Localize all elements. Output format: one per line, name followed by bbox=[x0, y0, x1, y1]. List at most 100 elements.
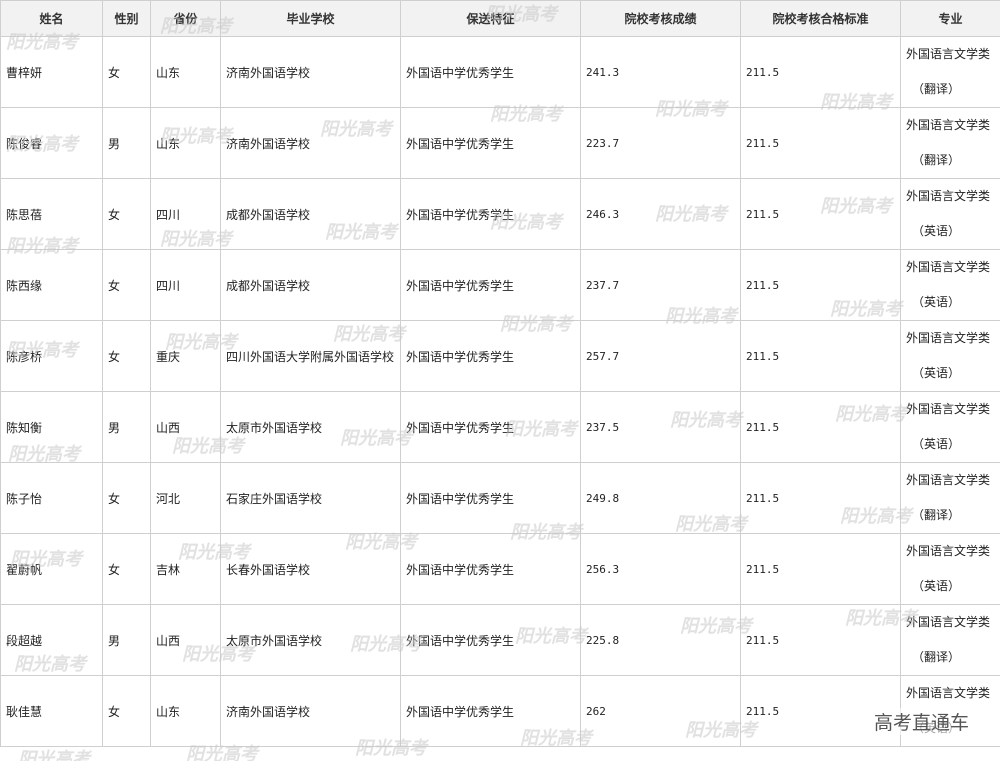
major-sub-line: （英语） bbox=[912, 224, 961, 238]
cell-major: 外国语言文学类 （翻译） bbox=[900, 604, 1000, 676]
header-school: 毕业学校 bbox=[220, 0, 401, 37]
header-standard: 院校考核合格标准 bbox=[740, 0, 901, 37]
cell-feature: 外国语中学优秀学生 bbox=[400, 36, 581, 108]
cell-standard: 211.5 bbox=[740, 320, 901, 392]
major-sub-line: （英语） bbox=[912, 295, 961, 309]
cell-gender: 男 bbox=[102, 391, 151, 463]
cell-standard: 211.5 bbox=[740, 391, 901, 463]
cell-feature: 外国语中学优秀学生 bbox=[400, 320, 581, 392]
major-line: 外国语言文学类 bbox=[906, 686, 991, 700]
table-row: 曹梓妍 女 山东 济南外国语学校 外国语中学优秀学生 241.3 211.5 外… bbox=[0, 36, 1000, 108]
cell-score: 256.3 bbox=[580, 533, 741, 605]
cell-school: 济南外国语学校 bbox=[220, 107, 401, 179]
header-feature: 保送特征 bbox=[400, 0, 581, 37]
cell-gender: 女 bbox=[102, 178, 151, 250]
cell-feature: 外国语中学优秀学生 bbox=[400, 178, 581, 250]
table-row: 翟蔚帆 女 吉林 长春外国语学校 外国语中学优秀学生 256.3 211.5 外… bbox=[0, 533, 1000, 605]
major-sub-line: （翻译） bbox=[912, 82, 961, 96]
cell-province: 山东 bbox=[150, 36, 221, 108]
cell-score: 223.7 bbox=[580, 107, 741, 179]
major-line: 外国语言文学类 bbox=[906, 331, 991, 345]
cell-standard: 211.5 bbox=[740, 533, 901, 605]
table-row: 陈子怡 女 河北 石家庄外国语学校 外国语中学优秀学生 249.8 211.5 … bbox=[0, 462, 1000, 534]
cell-school: 石家庄外国语学校 bbox=[220, 462, 401, 534]
admission-table: 姓名 性别 省份 毕业学校 保送特征 院校考核成绩 院校考核合格标准 专业 曹梓… bbox=[0, 0, 1000, 747]
major-sub-line: （英语） bbox=[912, 366, 961, 380]
cell-name: 翟蔚帆 bbox=[0, 533, 103, 605]
header-major: 专业 bbox=[900, 0, 1000, 37]
cell-name: 陈西缘 bbox=[0, 249, 103, 321]
cell-feature: 外国语中学优秀学生 bbox=[400, 675, 581, 747]
major-line: 外国语言文学类 bbox=[906, 118, 991, 132]
major-line: 外国语言文学类 bbox=[906, 473, 991, 487]
cell-standard: 211.5 bbox=[740, 107, 901, 179]
cell-score: 262 bbox=[580, 675, 741, 747]
cell-name: 曹梓妍 bbox=[0, 36, 103, 108]
major-line: 外国语言文学类 bbox=[906, 47, 991, 61]
cell-feature: 外国语中学优秀学生 bbox=[400, 604, 581, 676]
cell-standard: 211.5 bbox=[740, 462, 901, 534]
cell-gender: 女 bbox=[102, 320, 151, 392]
cell-score: 237.7 bbox=[580, 249, 741, 321]
cell-feature: 外国语中学优秀学生 bbox=[400, 391, 581, 463]
cell-province: 山西 bbox=[150, 604, 221, 676]
cell-name: 陈知衡 bbox=[0, 391, 103, 463]
cell-name: 陈俊睿 bbox=[0, 107, 103, 179]
cell-gender: 男 bbox=[102, 107, 151, 179]
cell-province: 吉林 bbox=[150, 533, 221, 605]
cell-standard: 211.5 bbox=[740, 178, 901, 250]
cell-school: 四川外国语大学附属外国语学校 bbox=[220, 320, 401, 392]
cell-name: 陈彦桥 bbox=[0, 320, 103, 392]
table-row: 陈俊睿 男 山东 济南外国语学校 外国语中学优秀学生 223.7 211.5 外… bbox=[0, 107, 1000, 179]
cell-gender: 女 bbox=[102, 36, 151, 108]
cell-name: 陈子怡 bbox=[0, 462, 103, 534]
major-sub-line: （翻译） bbox=[912, 650, 961, 664]
cell-score: 246.3 bbox=[580, 178, 741, 250]
cell-name: 耿佳慧 bbox=[0, 675, 103, 747]
cell-school: 济南外国语学校 bbox=[220, 36, 401, 108]
major-sub-line: （英语） bbox=[912, 579, 961, 593]
cell-major: 外国语言文学类 （翻译） bbox=[900, 462, 1000, 534]
header-gender: 性别 bbox=[102, 0, 151, 37]
cell-province: 四川 bbox=[150, 178, 221, 250]
cell-major: 外国语言文学类 （英语） bbox=[900, 178, 1000, 250]
cell-major: 外国语言文学类 （英语） bbox=[900, 320, 1000, 392]
table-row: 段超越 男 山西 太原市外国语学校 外国语中学优秀学生 225.8 211.5 … bbox=[0, 604, 1000, 676]
cell-score: 225.8 bbox=[580, 604, 741, 676]
major-sub-line: （翻译） bbox=[912, 508, 961, 522]
header-province: 省份 bbox=[150, 0, 221, 37]
cell-major: 外国语言文学类 （英语） bbox=[900, 533, 1000, 605]
cell-score: 237.5 bbox=[580, 391, 741, 463]
header-row: 姓名 性别 省份 毕业学校 保送特征 院校考核成绩 院校考核合格标准 专业 bbox=[0, 0, 1000, 37]
cell-score: 249.8 bbox=[580, 462, 741, 534]
cell-gender: 女 bbox=[102, 675, 151, 747]
cell-school: 太原市外国语学校 bbox=[220, 604, 401, 676]
table-row: 陈知衡 男 山西 太原市外国语学校 外国语中学优秀学生 237.5 211.5 … bbox=[0, 391, 1000, 463]
cell-score: 257.7 bbox=[580, 320, 741, 392]
cell-province: 四川 bbox=[150, 249, 221, 321]
cell-gender: 男 bbox=[102, 604, 151, 676]
major-line: 外国语言文学类 bbox=[906, 402, 991, 416]
cell-school: 成都外国语学校 bbox=[220, 249, 401, 321]
major-line: 外国语言文学类 bbox=[906, 615, 991, 629]
cell-gender: 女 bbox=[102, 249, 151, 321]
cell-feature: 外国语中学优秀学生 bbox=[400, 249, 581, 321]
table-row: 耿佳慧 女 山东 济南外国语学校 外国语中学优秀学生 262 211.5 外国语… bbox=[0, 675, 1000, 747]
cell-province: 山东 bbox=[150, 675, 221, 747]
major-line: 外国语言文学类 bbox=[906, 544, 991, 558]
cell-name: 段超越 bbox=[0, 604, 103, 676]
cell-feature: 外国语中学优秀学生 bbox=[400, 533, 581, 605]
cell-score: 241.3 bbox=[580, 36, 741, 108]
cell-province: 山西 bbox=[150, 391, 221, 463]
cell-feature: 外国语中学优秀学生 bbox=[400, 107, 581, 179]
cell-school: 太原市外国语学校 bbox=[220, 391, 401, 463]
cell-school: 成都外国语学校 bbox=[220, 178, 401, 250]
cell-province: 山东 bbox=[150, 107, 221, 179]
watermark: 阳光高考 bbox=[18, 749, 90, 761]
cell-gender: 女 bbox=[102, 462, 151, 534]
header-name: 姓名 bbox=[0, 0, 103, 37]
cell-standard: 211.5 bbox=[740, 604, 901, 676]
table-row: 陈西缘 女 四川 成都外国语学校 外国语中学优秀学生 237.7 211.5 外… bbox=[0, 249, 1000, 321]
cell-major: 外国语言文学类 （英语） bbox=[900, 249, 1000, 321]
major-sub-line: （英语） bbox=[912, 437, 961, 451]
